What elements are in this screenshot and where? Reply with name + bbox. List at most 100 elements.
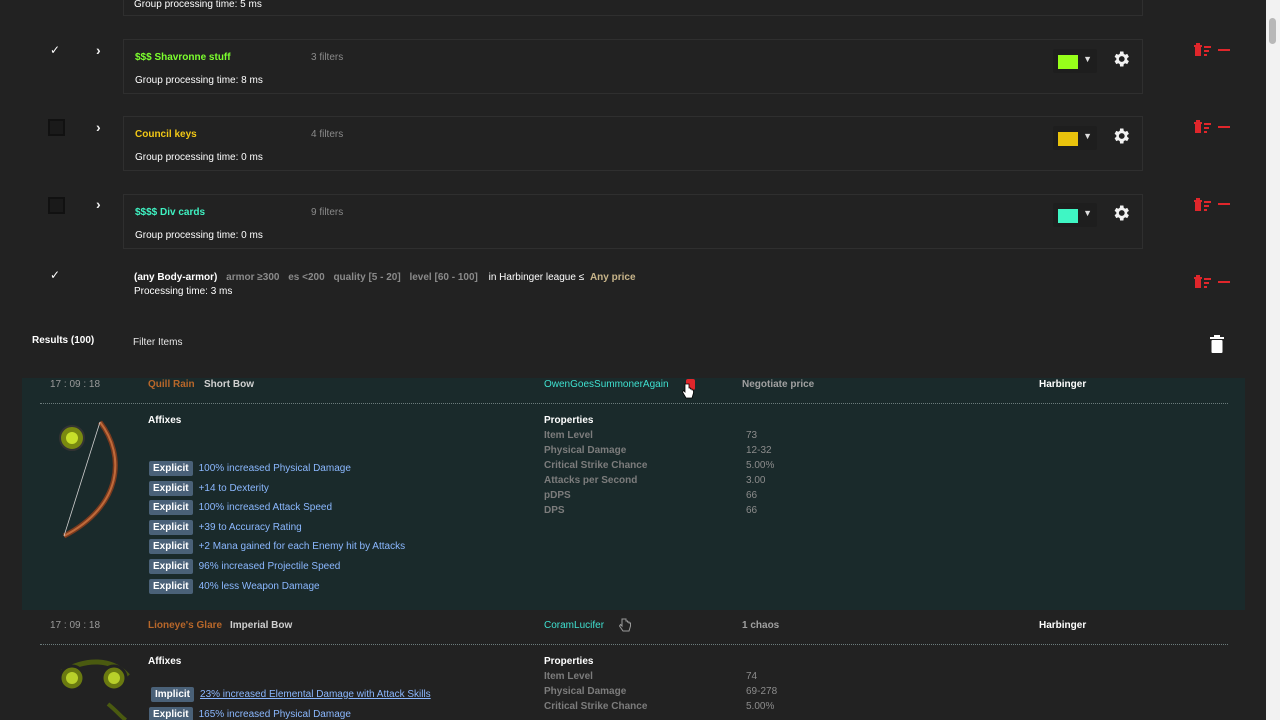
property-key: DPS [544, 505, 565, 516]
affix-kind: Explicit [149, 499, 193, 515]
property-key: Item Level [544, 671, 593, 682]
item-image-lioneyes-glare [58, 659, 130, 720]
remove-icon[interactable] [1218, 203, 1230, 205]
filter-items-tab[interactable]: Filter Items [133, 337, 182, 348]
hand-icon[interactable] [619, 617, 631, 632]
affix-text: 23% increased Elemental Damage with Atta… [200, 688, 431, 700]
scrollbar-thumb[interactable] [1269, 18, 1276, 44]
delete-filters-icon[interactable] [1193, 198, 1213, 212]
filter-checkmark[interactable]: ✓ [50, 268, 60, 282]
remove-icon[interactable] [1218, 126, 1230, 128]
affix-text: 100% increased Physical Damage [198, 462, 351, 474]
affix-row: Explicit 100% increased Attack Speed [149, 499, 332, 515]
group-processing-time: Group processing time: 8 ms [135, 75, 263, 86]
caret-down-icon: ▼ [1083, 131, 1092, 141]
group-name[interactable]: $$$$ Div cards [135, 207, 205, 218]
chevron-right-icon[interactable]: › [96, 196, 101, 212]
affix-row: Explicit +14 to Dexterity [149, 480, 269, 496]
result-item-name[interactable]: Quill Rain [148, 379, 195, 390]
result-price: Negotiate price [742, 379, 815, 390]
property-key: pDPS [544, 490, 571, 501]
affixes-title: Affixes [148, 656, 182, 667]
filter-condition: level [60 - 100] [409, 272, 478, 283]
group-row-div-cards[interactable] [123, 194, 1143, 249]
results-tab[interactable]: Results (100) [32, 335, 94, 346]
property-key: Critical Strike Chance [544, 460, 648, 471]
affix-text: +2 Mana gained for each Enemy hit by Att… [198, 540, 406, 552]
result-base-type: Imperial Bow [230, 620, 293, 631]
affix-text: +14 to Dexterity [198, 482, 269, 494]
group-name[interactable]: Council keys [135, 129, 197, 140]
caret-down-icon: ▼ [1083, 54, 1092, 64]
affix-row: Explicit 40% less Weapon Damage [149, 578, 320, 594]
group-filter-count: 9 filters [311, 207, 344, 218]
affix-kind: Explicit [149, 480, 193, 496]
color-swatch [1058, 132, 1078, 146]
group-2-checkbox[interactable] [48, 119, 65, 136]
affix-text: 100% increased Attack Speed [198, 501, 333, 513]
group-filter-count: 3 filters [311, 52, 344, 63]
result-item-name[interactable]: Lioneye's Glare [148, 620, 222, 631]
color-picker[interactable]: ▼ [1053, 126, 1097, 150]
property-value: 73 [746, 430, 758, 441]
group-row-shavronne[interactable] [123, 39, 1143, 94]
affix-row: Explicit +2 Mana gained for each Enemy hi… [149, 538, 405, 554]
affixes-title: Affixes [148, 415, 182, 426]
affix-text: 96% increased Projectile Speed [198, 560, 341, 572]
delete-filters-icon[interactable] [1193, 275, 1213, 289]
filter-processing-time: Processing time: 3 ms [134, 286, 233, 297]
affix-text: 165% increased Physical Damage [198, 708, 351, 720]
delete-filters-icon[interactable] [1193, 120, 1213, 134]
divider [40, 403, 1228, 404]
filter-league: in Harbinger league ≤ [488, 272, 585, 283]
group-name[interactable]: $$$ Shavronne stuff [135, 52, 231, 63]
delete-filters-icon[interactable] [1193, 43, 1213, 57]
property-key: Critical Strike Chance [544, 701, 648, 712]
group-processing-time: Group processing time: 0 ms [135, 230, 263, 241]
property-value: 12-32 [746, 445, 772, 456]
filter-price: Any price [589, 272, 636, 283]
color-swatch [1058, 209, 1078, 223]
affix-kind: Explicit [149, 519, 193, 535]
group-row-council-keys[interactable] [123, 116, 1143, 171]
affix-kind: Explicit [149, 460, 193, 476]
gear-icon[interactable] [1111, 203, 1131, 223]
group-box-partial [123, 0, 1143, 16]
gear-icon[interactable] [1111, 49, 1131, 69]
filter-name: (any Body-armor) [134, 272, 218, 283]
affix-kind: Explicit [149, 538, 193, 554]
remove-icon[interactable] [1218, 49, 1230, 51]
filter-condition: es <200 [288, 272, 325, 283]
filter-condition: quality [5 - 20] [333, 272, 401, 283]
property-key: Physical Damage [544, 686, 627, 697]
caret-down-icon: ▼ [1083, 208, 1092, 218]
trash-icon[interactable] [1210, 335, 1224, 353]
color-picker[interactable]: ▼ [1053, 203, 1097, 227]
top-group-processing: Group processing time: 5 ms [134, 0, 262, 10]
properties-title: Properties [544, 656, 594, 667]
property-value: 66 [746, 505, 758, 516]
chevron-right-icon[interactable]: › [96, 119, 101, 135]
seller-name[interactable]: OwenGoesSummonerAgain [544, 379, 669, 390]
affix-row: Explicit 96% increased Projectile Speed [149, 558, 340, 574]
seller-name[interactable]: CoramLucifer [544, 620, 604, 631]
affix-kind: Explicit [149, 578, 193, 594]
chevron-right-icon[interactable]: › [96, 42, 101, 58]
affix-row: Explicit +39 to Accuracy Rating [149, 519, 302, 535]
gear-icon[interactable] [1111, 126, 1131, 146]
property-value: 5.00% [746, 701, 775, 712]
property-value: 5.00% [746, 460, 775, 471]
property-key: Attacks per Second [544, 475, 638, 486]
color-picker[interactable]: ▼ [1053, 49, 1097, 73]
property-value: 74 [746, 671, 758, 682]
result-price: 1 chaos [742, 620, 780, 631]
group-3-checkbox[interactable] [48, 197, 65, 214]
filter-summary[interactable]: (any Body-armor) armor ≥300 es <200 qual… [134, 272, 636, 283]
remove-icon[interactable] [1218, 281, 1230, 283]
affix-text: +39 to Accuracy Rating [198, 521, 302, 533]
scrollbar[interactable] [1266, 0, 1280, 720]
property-key: Physical Damage [544, 445, 627, 456]
result-base-type: Short Bow [204, 379, 254, 390]
divider [40, 644, 1228, 645]
group-1-checkmark[interactable]: ✓ [50, 43, 60, 57]
